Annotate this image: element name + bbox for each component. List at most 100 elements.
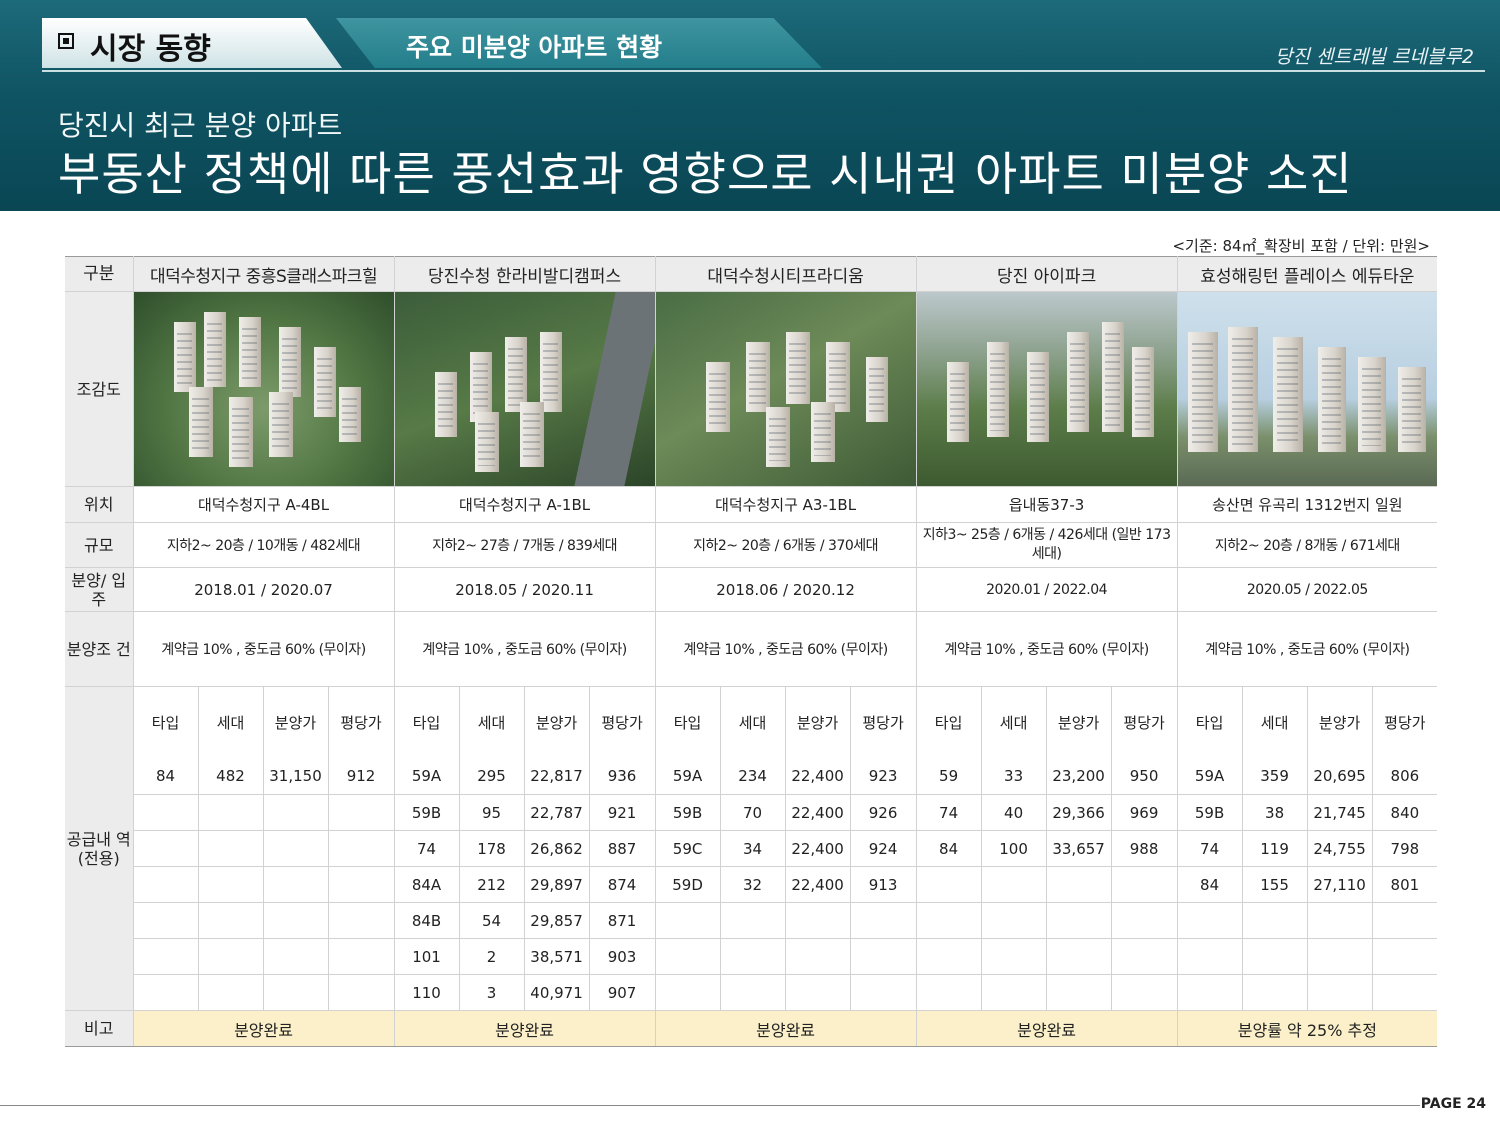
subheader-pyeong-price: 평당가 (1384, 714, 1426, 733)
page-number: PAGE 24 (1420, 1096, 1486, 1112)
supply-type (916, 974, 982, 1011)
supply-units (720, 938, 786, 975)
scale-row: 규모 지하2~ 20층 / 10개동 / 482세대 지하2~ 27층 / 7개… (65, 522, 1438, 568)
schedule-cell: 2020.01 / 2022.04 (916, 567, 1178, 612)
supply-price (1046, 938, 1112, 975)
row-label-location: 위치 (65, 486, 134, 523)
project-name: 당진 센트레빌 르네블루2 (1275, 46, 1474, 68)
supply-price (1307, 938, 1373, 975)
supply-units: 234 (720, 758, 786, 795)
supply-type (655, 902, 721, 939)
supply-units (1242, 902, 1308, 939)
supply-price: 29,366 (1046, 794, 1112, 831)
supply-pyeong-price: 950 (1111, 758, 1178, 795)
supply-price: 26,862 (524, 830, 590, 867)
aerial-render-3 (655, 292, 916, 486)
supply-price (785, 902, 851, 939)
aerial-render-1 (133, 292, 394, 486)
subheader-price: 분양가 (263, 686, 329, 759)
subheader-pyeong-price: 평당가 (850, 686, 917, 759)
supply-type: 84B (394, 902, 460, 939)
supply-pyeong-price: 871 (589, 902, 656, 939)
supply-price (263, 794, 329, 831)
subsection-tab: 주요 미분양 아파트 현황 (336, 18, 822, 68)
header-row: 구분 대덕수청지구 중흥S클래스파크힐 당진수청 한라비발디캠퍼스 대덕수청시티… (65, 256, 1438, 292)
supply-pyeong-price (328, 974, 395, 1011)
supply-units: 95 (459, 794, 525, 831)
location-cell: 읍내동37-3 (916, 486, 1178, 523)
supply-pyeong-price: 924 (850, 830, 917, 867)
supply-pyeong-price: 921 (589, 794, 656, 831)
supply-units: 212 (459, 866, 525, 903)
supply-pyeong-price (328, 830, 395, 867)
aerial-image (394, 291, 656, 487)
supply-units: 3 (459, 974, 525, 1011)
supply-row: 84A 212 29,897 874 59D 32 22,400 913 84 155 27,110… (65, 866, 1438, 903)
supply-units: 34 (720, 830, 786, 867)
supply-pyeong-price: 907 (589, 974, 656, 1011)
supply-row: 84B 54 29,857 871 (65, 902, 1438, 939)
supply-price (263, 938, 329, 975)
scale-cell: 지하2~ 20층 / 8개동 / 671세대 (1177, 522, 1438, 568)
subheader-units: 세대 (720, 686, 786, 759)
row-label-scale: 규모 (65, 522, 134, 568)
supply-pyeong-price (1372, 938, 1438, 975)
supply-pyeong-price: 936 (589, 758, 656, 795)
supply-units (981, 902, 1047, 939)
supply-type (916, 938, 982, 975)
supply-price (263, 830, 329, 867)
supply-price: 24,755 (1307, 830, 1373, 867)
supply-price (1046, 974, 1112, 1011)
supply-type (133, 866, 199, 903)
terms-cell: 계약금 10% , 중도금 60% (무이자) (394, 611, 656, 687)
supply-units: 119 (1242, 830, 1308, 867)
supply-pyeong-price (1372, 974, 1438, 1011)
supply-row: 59B 95 22,787 921 59B 70 22,400 926 74 40 29,366 96… (65, 794, 1438, 831)
supply-row: 110 3 40,971 907 (65, 974, 1438, 1011)
supply-price: 22,817 (524, 758, 590, 795)
supply-units (981, 866, 1047, 903)
supply-units (981, 974, 1047, 1011)
supply-price (263, 974, 329, 1011)
complex-name: 대덕수청지구 중흥S클래스파크힐 (133, 256, 395, 292)
supply-units (198, 974, 264, 1011)
supply-type: 59D (655, 866, 721, 903)
remark-cell: 분양완료 (916, 1010, 1178, 1047)
supply-units: 178 (459, 830, 525, 867)
supply-pyeong-price: 798 (1372, 830, 1438, 867)
subheader-price: 분양가 (524, 686, 590, 759)
supply-pyeong-price: 988 (1111, 830, 1178, 867)
supply-units: 295 (459, 758, 525, 795)
supply-price (1307, 902, 1373, 939)
supply-price: 31,150 (263, 758, 329, 795)
supply-table-body: 공급내 역 (전용) 84 482 31,150 912 59A 295 22,817 936 5… (65, 758, 1438, 1011)
unit-note: <기준: 84㎡_확장비 포함 / 단위: 만원> (1172, 237, 1430, 255)
remark-cell: 분양률 약 25% 추정 (1177, 1010, 1438, 1047)
supply-type (133, 974, 199, 1011)
row-label-terms: 분양조 건 (65, 611, 134, 687)
supply-pyeong-price: 912 (328, 758, 395, 795)
row-label-supply: 공급내 역 (전용) (65, 758, 134, 1011)
remark-row: 비고 분양완료 분양완료 분양완료 분양완료 분양률 약 25% 추정 (65, 1010, 1438, 1047)
supply-row: 74 178 26,862 887 59C 34 22,400 924 84 100 33,657 9… (65, 830, 1438, 867)
supply-pyeong-price (850, 938, 917, 975)
subheader-price: 분양가 (785, 686, 851, 759)
supply-pyeong-price: 926 (850, 794, 917, 831)
supply-type (133, 830, 199, 867)
supply-row: 공급내 역 (전용) 84 482 31,150 912 59A 295 22,817 936 5… (65, 758, 1438, 1011)
supply-price (263, 902, 329, 939)
subheader-units: 세대 (1242, 686, 1308, 759)
supply-units (720, 902, 786, 939)
supply-price: 22,400 (785, 830, 851, 867)
supply-units: 33 (981, 758, 1047, 795)
supply-pyeong-price (328, 902, 395, 939)
subheader-type: 타입 (655, 686, 721, 759)
supply-pyeong-price (1111, 974, 1178, 1011)
view-row: 조감도 (65, 291, 1438, 487)
supply-units (1242, 974, 1308, 1011)
supply-price: 40,971 (524, 974, 590, 1011)
supply-type: 84A (394, 866, 460, 903)
scale-cell: 지하2~ 27층 / 7개동 / 839세대 (394, 522, 656, 568)
row-label-category: 구분 (65, 256, 134, 292)
aerial-render-2 (394, 292, 655, 486)
